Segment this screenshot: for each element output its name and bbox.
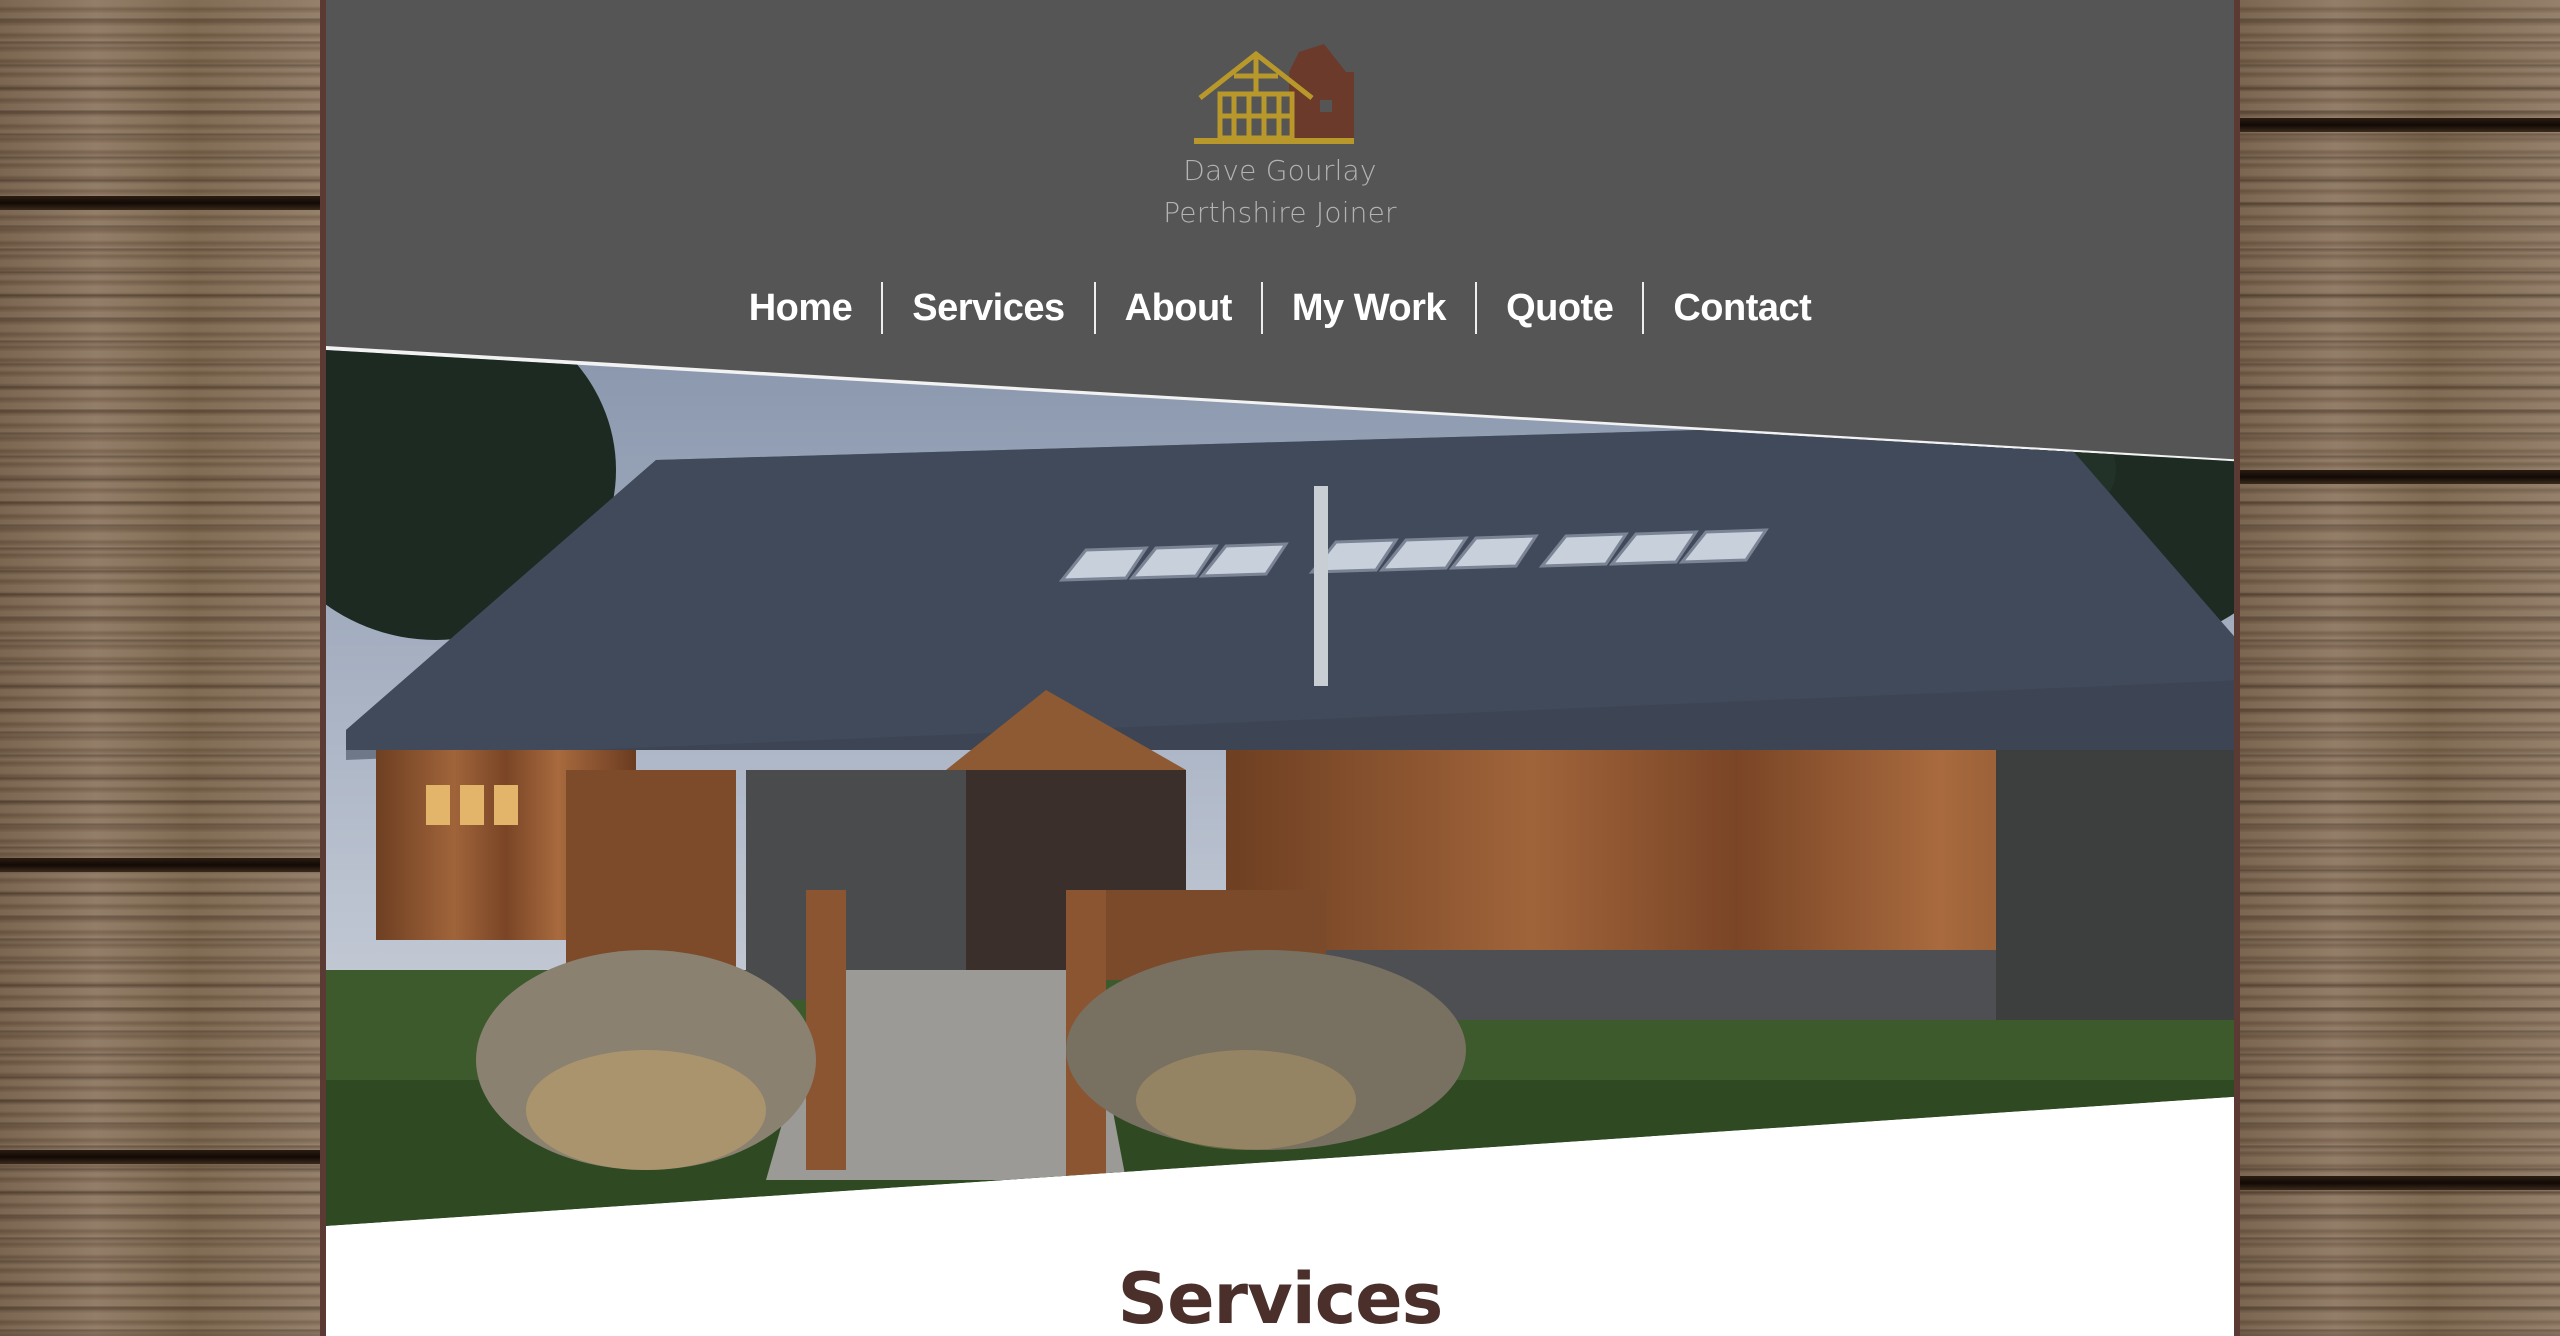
wood-background-right xyxy=(2240,0,2560,1336)
nav-separator xyxy=(1093,282,1096,334)
nav-contact[interactable]: Contact xyxy=(1644,280,1840,336)
section-title: Services xyxy=(1117,1258,1444,1336)
nav-services[interactable]: Services xyxy=(883,280,1093,336)
nav-my-work[interactable]: My Work xyxy=(1263,280,1475,336)
wood-background-left xyxy=(0,0,320,1336)
nav-home[interactable]: Home xyxy=(720,280,882,336)
hero-building-image xyxy=(326,350,2240,1226)
main-navigation: Home Services About My Work Quote Contac… xyxy=(326,280,2234,336)
logo-house-icon[interactable] xyxy=(1194,42,1374,152)
nav-about[interactable]: About xyxy=(1096,280,1261,336)
nav-separator xyxy=(1260,282,1263,334)
nav-separator xyxy=(881,282,884,334)
nav-separator xyxy=(1475,282,1478,334)
brand-name: Dave Gourlay xyxy=(1183,154,1377,187)
nav-separator xyxy=(1642,282,1645,334)
nav-quote[interactable]: Quote xyxy=(1477,280,1642,336)
hero-banner xyxy=(326,346,2240,1226)
brand-tagline: Perthshire Joiner xyxy=(1163,196,1397,229)
page-container: Dave Gourlay Perthshire Joiner Home Serv… xyxy=(320,0,2240,1336)
